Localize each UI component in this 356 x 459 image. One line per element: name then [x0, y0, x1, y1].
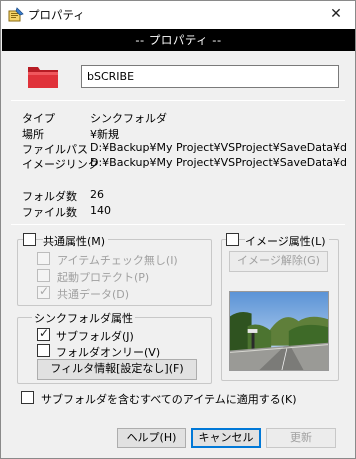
type-value: シンクフォルダ: [90, 112, 167, 125]
close-icon: ✕: [330, 6, 342, 22]
apply-all-label[interactable]: サブフォルダを含むすべてのアイテムに適用する(K): [41, 391, 297, 407]
image-attr-label[interactable]: イメージ属性(L): [245, 233, 329, 249]
common-attr-label[interactable]: 共通属性(M): [43, 233, 109, 249]
no-item-check-checkbox[interactable]: [37, 252, 50, 265]
common-data-label[interactable]: 共通データ(D): [57, 286, 129, 302]
image-preview: [229, 291, 329, 371]
file-path-value: D:¥Backup¥My Project¥VSProject¥SaveData¥…: [90, 141, 348, 154]
check-icon: ✓: [39, 326, 50, 340]
folder-only-checkbox[interactable]: [37, 344, 50, 357]
window-title: プロパティ: [28, 8, 85, 22]
folder-count-value: 26: [90, 188, 104, 201]
type-label: タイプ: [22, 112, 55, 125]
item-name-input[interactable]: [81, 65, 339, 88]
update-button[interactable]: 更新: [266, 428, 336, 448]
image-link-value: D:¥Backup¥My Project¥VSProject¥SaveData¥…: [90, 156, 348, 169]
cancel-button[interactable]: キャンセル: [191, 428, 261, 448]
image-release-button[interactable]: イメージ解除(G): [229, 251, 328, 272]
file-path-label: ファイルパス: [22, 143, 88, 156]
location-value: ¥新規: [90, 128, 119, 141]
divider-middle: [11, 224, 345, 225]
common-attr-checkbox[interactable]: [23, 233, 36, 246]
subfolder-checkbox[interactable]: ✓: [37, 326, 50, 341]
subfolder-label[interactable]: サブフォルダ(J): [56, 328, 134, 344]
common-data-checkbox[interactable]: ✓: [37, 284, 50, 299]
folder-count-label: フォルダ数: [22, 190, 77, 203]
close-button[interactable]: ✕: [321, 3, 351, 25]
app-icon: [8, 7, 24, 22]
folder-only-label[interactable]: フォルダオンリー(V): [56, 344, 160, 360]
help-button[interactable]: ヘルプ(H): [117, 428, 186, 448]
check-icon: ✓: [39, 284, 50, 298]
divider-top: [11, 100, 345, 101]
title-bar: プロパティ ✕: [1, 1, 355, 29]
red-folder-icon: [28, 67, 58, 88]
file-count-value: 140: [90, 204, 111, 217]
image-attr-checkbox[interactable]: [226, 233, 239, 246]
location-label: 場所: [22, 128, 44, 141]
sync-attr-legend: シンクフォルダ属性: [32, 310, 135, 326]
image-link-label: イメージリンク: [22, 158, 99, 171]
properties-dialog: プロパティ ✕ -- プロパティ -- タイプ シンクフォルダ 場所 ¥新規 フ…: [0, 0, 356, 459]
launch-protect-label[interactable]: 起動プロテクト(P): [57, 269, 149, 285]
no-item-check-label[interactable]: アイテムチェック無し(I): [57, 252, 178, 268]
file-count-label: ファイル数: [22, 206, 77, 219]
apply-all-checkbox[interactable]: [21, 391, 34, 404]
properties-banner: -- プロパティ --: [2, 29, 355, 51]
filter-info-button[interactable]: フィルタ情報[設定なし](F): [37, 359, 197, 380]
launch-protect-checkbox[interactable]: [37, 269, 50, 282]
